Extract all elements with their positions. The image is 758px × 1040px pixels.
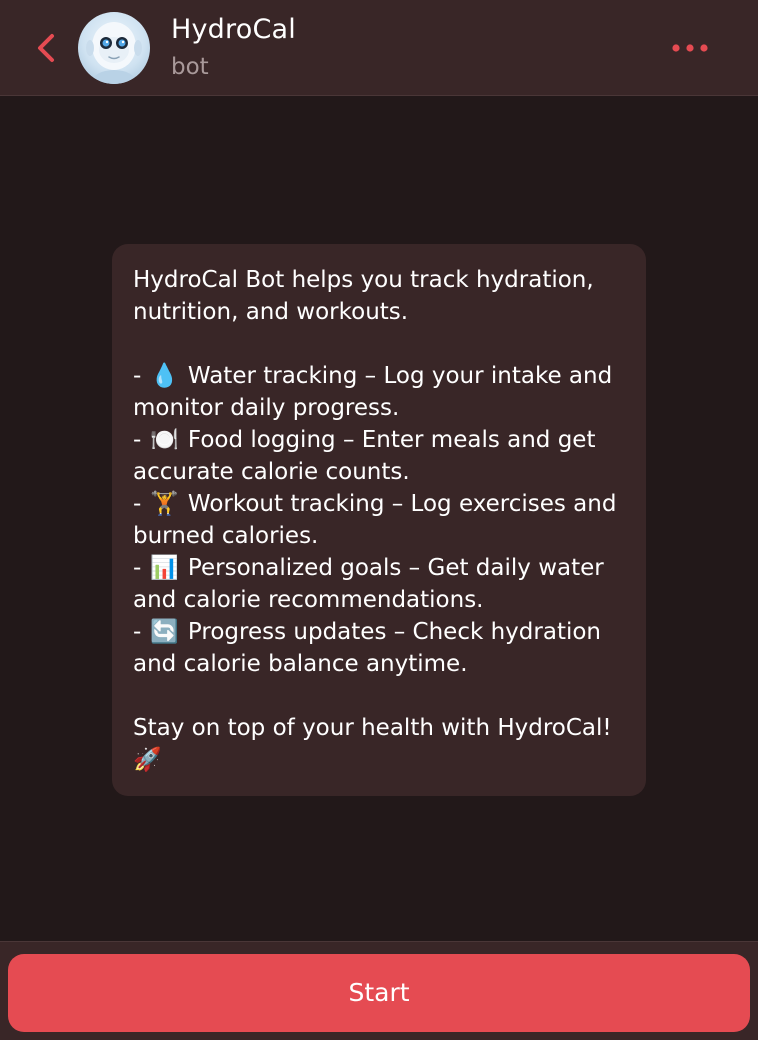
- chat-subtitle: bot: [171, 54, 209, 80]
- start-button[interactable]: Start: [8, 954, 750, 1032]
- chat-header: HydroCal bot: [0, 0, 758, 96]
- feature-line: - 💧 Water tracking – Log your intake and…: [133, 360, 628, 424]
- feature-line: - 🍽️ Food logging – Enter meals and get …: [133, 424, 628, 488]
- bot-description-message: HydroCal Bot helps you track hydration, …: [112, 244, 646, 796]
- message-outro: Stay on top of your health with HydroCal…: [133, 715, 612, 773]
- robot-avatar-icon: [86, 22, 142, 84]
- plate-icon: 🍽️: [150, 427, 179, 453]
- weightlifter-icon: 🏋️: [150, 491, 179, 517]
- more-options-button[interactable]: [666, 34, 716, 62]
- chevron-left-icon: [38, 34, 54, 62]
- bar-chart-icon: 📊: [150, 555, 179, 581]
- chat-title: HydroCal: [171, 14, 296, 45]
- bottom-action-bar: Start: [0, 941, 758, 1040]
- feature-line: - 📊 Personalized goals – Get daily water…: [133, 552, 628, 616]
- message-intro: HydroCal Bot helps you track hydration, …: [133, 267, 594, 325]
- chat-screen: HydroCal bot HydroCal Bot helps you trac…: [0, 0, 758, 1040]
- droplet-icon: 💧: [150, 363, 179, 389]
- refresh-icon: 🔄: [150, 619, 179, 645]
- feature-line: - 🏋️ Workout tracking – Log exercises an…: [133, 488, 628, 552]
- bot-avatar[interactable]: [78, 12, 150, 84]
- rocket-icon: 🚀: [133, 747, 162, 773]
- feature-line: - 🔄 Progress updates – Check hydration a…: [133, 616, 628, 680]
- more-dots-icon: [672, 44, 708, 52]
- back-button[interactable]: [30, 28, 64, 68]
